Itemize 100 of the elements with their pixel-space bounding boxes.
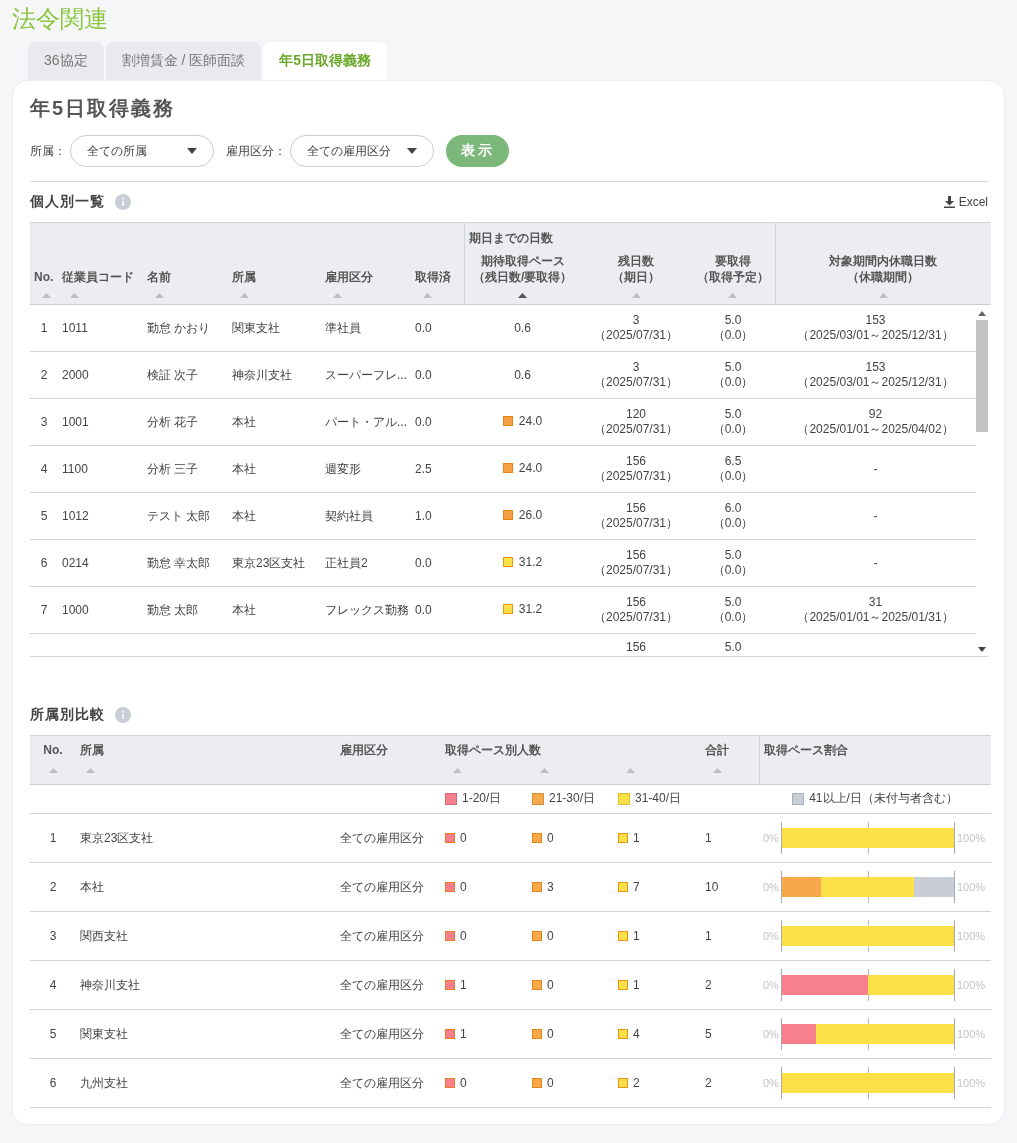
column-header: 所属: [232, 269, 256, 285]
remaining-days: 156: [626, 454, 646, 468]
count-marker: [532, 832, 542, 843]
planned-days: （0.0）: [712, 375, 754, 389]
show-button[interactable]: 表示: [446, 135, 509, 167]
department-cell: 神奈川支社: [232, 367, 292, 382]
pace-count: 1: [633, 928, 640, 943]
scale-max-label: 100%: [956, 1028, 986, 1040]
employment-type: 全ての雇用区分: [340, 1026, 424, 1041]
filter-label: 雇用区分：: [226, 142, 286, 160]
legend-label: 31-40/日: [635, 790, 682, 808]
required-days: 5.0: [724, 595, 742, 609]
employee-name: 勤怠 かおり: [147, 320, 211, 335]
due-date: （2025/07/31）: [593, 375, 679, 389]
employee-code: 2000: [62, 367, 89, 382]
remaining-days: 120: [626, 407, 646, 421]
scroll-down-icon[interactable]: [978, 647, 986, 652]
employee-name: 勤怠 太郎: [147, 602, 199, 617]
sort-icon[interactable]: [518, 293, 528, 298]
filter-label: 所属：: [30, 142, 66, 160]
total-count: 2: [705, 978, 712, 992]
employment-type: フレックス勤務: [325, 602, 409, 617]
excel-export-link[interactable]: Excel: [943, 195, 988, 209]
tab[interactable]: 36協定: [28, 42, 104, 80]
employment-type: 全ての雇用区分: [340, 928, 424, 943]
planned-days: （0.0）: [712, 328, 754, 342]
leave-period: （2025/03/01～2025/12/31）: [797, 375, 954, 389]
page-heading: 年5日取得義務: [30, 96, 177, 121]
due-date: （2025/07/31）: [593, 328, 679, 342]
pace-count: 1: [633, 977, 640, 992]
info-icon[interactable]: [115, 194, 131, 210]
leave-period: （2025/03/01～2025/12/31）: [797, 328, 954, 342]
scale-max-label: 100%: [956, 930, 986, 942]
row-number: 2: [49, 880, 57, 894]
planned-days: （0.0）: [712, 610, 754, 624]
pace-count: 1: [460, 977, 467, 992]
employment-type: 全ての雇用区分: [340, 977, 424, 992]
page-title: 法令関連: [12, 4, 109, 34]
department-cell: 本社: [232, 461, 256, 476]
row-number: 7: [40, 602, 48, 617]
pace-count: 3: [547, 879, 554, 894]
due-date: （2025/07/31）: [593, 610, 679, 624]
row-number: 5: [40, 508, 48, 523]
count-marker: [532, 979, 542, 990]
department-name: 本社: [80, 879, 104, 894]
department-cell: 本社: [232, 414, 256, 429]
count-marker: [532, 930, 542, 941]
leave-days: 153: [865, 360, 886, 374]
scroll-up-icon[interactable]: [978, 311, 986, 316]
count-marker: [532, 1028, 542, 1039]
days-taken: 0.0: [415, 367, 432, 382]
count-marker: [618, 1028, 628, 1039]
department-name: 関東支社: [80, 1026, 128, 1041]
count-marker: [445, 832, 455, 843]
count-marker: [445, 1077, 455, 1088]
expected-pace: 26.0: [518, 507, 543, 523]
tab[interactable]: 割増賃金 / 医師面談: [105, 42, 262, 80]
pace-count: 1: [633, 830, 640, 845]
column-header: 残日数 （期日）: [612, 253, 660, 285]
total-count: 5: [705, 1027, 712, 1041]
info-icon[interactable]: [115, 707, 131, 723]
dropdown[interactable]: 全ての雇用区分: [290, 135, 434, 167]
section-title: 所属別比較: [30, 706, 105, 724]
expected-pace: 31.2: [518, 554, 543, 570]
pace-count: 7: [633, 879, 640, 894]
employment-type: 契約社員: [325, 508, 373, 523]
column-header: 取得ペース別人数: [445, 742, 541, 758]
count-marker: [532, 881, 542, 892]
employee-name: 検証 次子: [147, 367, 199, 382]
row-number: 6: [40, 555, 48, 570]
days-taken: 0.0: [415, 602, 432, 617]
leave-days: -: [873, 461, 878, 476]
pace-count: 2: [633, 1075, 640, 1090]
leave-period: （2025/01/01～2025/01/31）: [797, 610, 954, 624]
total-count: 10: [705, 880, 719, 894]
required-days: 6.5: [724, 454, 742, 468]
legend-label: 1-20/日: [462, 790, 502, 808]
scale-max-label: 100%: [956, 979, 986, 991]
column-header: 対象期間内休職日数 （休職期間）: [829, 253, 938, 285]
required-days: 5.0: [724, 360, 742, 374]
count-marker: [618, 979, 628, 990]
dropdown[interactable]: 全ての所属: [70, 135, 214, 167]
row-number: 6: [49, 1076, 57, 1090]
count-marker: [532, 1077, 542, 1088]
employment-type: 全ての雇用区分: [340, 879, 424, 894]
employee-code: 1001: [62, 414, 89, 429]
department-cell: 関東支社: [232, 320, 280, 335]
pace-count: 0: [460, 1075, 467, 1090]
legend-label: 41以上/日（未付与者含む）: [809, 790, 958, 808]
leave-period: （2025/01/01～2025/04/02）: [797, 422, 954, 436]
column-header: No.: [34, 269, 54, 285]
pace-count: 0: [460, 830, 467, 845]
total-count: 1: [705, 929, 712, 943]
total-count: 2: [705, 1076, 712, 1090]
pace-count: 1: [460, 1026, 467, 1041]
pace-count: 0: [547, 1026, 554, 1041]
days-taken: 0.0: [415, 414, 432, 429]
scale-max-label: 100%: [956, 881, 986, 893]
pace-count: 0: [547, 830, 554, 845]
tab[interactable]: 年5日取得義務: [263, 42, 388, 80]
